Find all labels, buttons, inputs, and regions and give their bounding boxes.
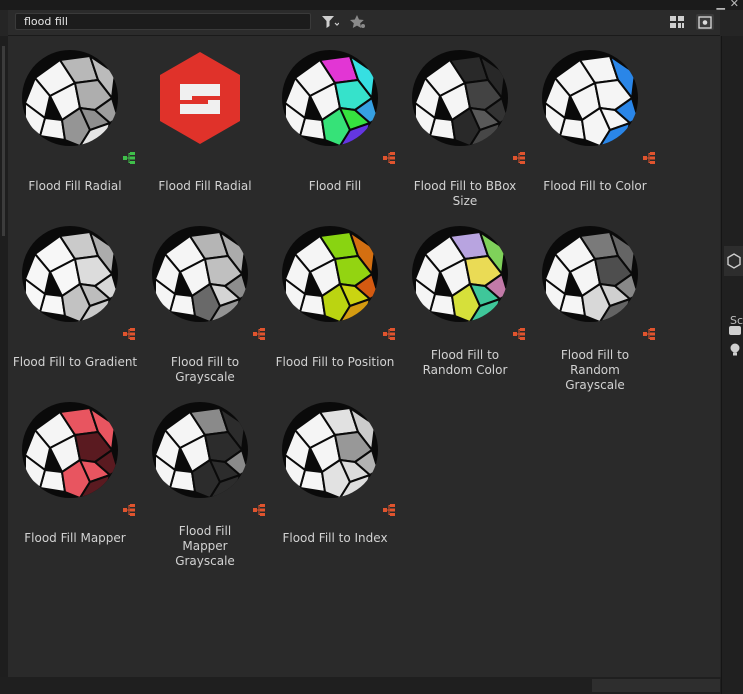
camera-icon[interactable]	[728, 321, 742, 340]
result-tile[interactable]: Flood Fill Radial	[140, 36, 270, 212]
node-thumbnail	[150, 224, 250, 324]
scrollbar[interactable]	[2, 46, 5, 236]
node-thumbnail	[280, 48, 380, 148]
graph-type-icon	[382, 325, 396, 340]
result-tile[interactable]: Flood Fill to Position	[270, 212, 400, 388]
graph-type-icon	[642, 325, 656, 340]
node-thumbnail	[20, 400, 120, 500]
results-panel: Flood Fill Radial Flood Fill Radial Flood …	[8, 36, 720, 677]
pin-icon[interactable]: ▁	[717, 0, 725, 10]
node-thumbnail	[20, 48, 120, 148]
node-thumbnail	[540, 224, 640, 324]
left-edge	[0, 36, 8, 677]
result-tile[interactable]: Flood Fill Mapper	[10, 388, 140, 564]
preview-toggle-icon[interactable]	[696, 14, 714, 30]
result-tile[interactable]: Flood Fill Mapper Grayscale	[140, 388, 270, 568]
result-tile[interactable]: Flood Fill to Index	[270, 388, 400, 564]
tile-label: Flood Fill Radial	[28, 179, 122, 193]
graph-type-icon	[382, 149, 396, 164]
tile-label: Flood Fill to Gradient	[12, 355, 138, 369]
graph-type-icon	[122, 149, 136, 164]
graph-type-icon	[122, 325, 136, 340]
node-thumbnail	[410, 48, 510, 148]
result-tile[interactable]: Flood Fill to BBox Size	[400, 36, 530, 212]
result-tile[interactable]: Flood Fill to Random Grayscale	[530, 212, 660, 392]
graph-type-icon	[512, 325, 526, 340]
tile-label: Flood Fill to Index	[282, 531, 388, 545]
tile-label: Flood Fill to Random Color	[422, 348, 508, 377]
graph-type-icon	[512, 149, 526, 164]
tile-label: Flood Fill to Position	[275, 355, 395, 369]
close-icon[interactable]: ✕	[730, 0, 739, 10]
graph-type-icon	[382, 501, 396, 516]
graph-type-icon	[252, 325, 266, 340]
tile-label: Flood Fill to Grayscale	[170, 355, 240, 384]
tile-label: Flood Fill	[308, 179, 362, 193]
side-tab[interactable]	[724, 246, 743, 276]
tile-label: Flood Fill Mapper Grayscale	[175, 524, 235, 568]
tile-label: Flood Fill to BBox Size	[413, 179, 517, 208]
node-thumbnail	[150, 400, 250, 500]
tile-label: Flood Fill Mapper	[24, 531, 126, 545]
result-tile[interactable]: Flood Fill to Random Color	[400, 212, 530, 388]
node-thumbnail	[540, 48, 640, 148]
light-icon[interactable]	[729, 342, 741, 361]
node-thumbnail	[20, 224, 120, 324]
result-tile[interactable]: Flood Fill	[270, 36, 400, 212]
tile-label: Flood Fill Radial	[158, 179, 252, 193]
title-strip: ▁ ✕	[0, 0, 743, 10]
result-tile[interactable]: Flood Fill Radial	[10, 36, 140, 212]
right-side-panel: Sc	[721, 36, 743, 694]
graph-type-icon	[122, 501, 136, 516]
favorites-star-icon[interactable]	[348, 14, 368, 30]
graph-type-icon	[252, 501, 266, 516]
tile-label: Flood Fill to Color	[543, 179, 647, 193]
search-input[interactable]	[15, 13, 311, 30]
node-thumbnail	[280, 224, 380, 324]
node-thumbnail	[150, 48, 250, 148]
result-tile[interactable]: Flood Fill to Gradient	[10, 212, 140, 388]
node-thumbnail	[410, 224, 510, 324]
scroll-thumb[interactable]	[592, 679, 720, 692]
tile-label: Flood Fill to Random Grayscale	[560, 348, 630, 392]
filter-icon[interactable]	[320, 14, 340, 30]
grid-view-icon[interactable]	[668, 14, 686, 30]
library-toolbar	[8, 10, 720, 36]
node-thumbnail	[280, 400, 380, 500]
result-tile[interactable]: Flood Fill to Color	[530, 36, 660, 212]
result-tile[interactable]: Flood Fill to Grayscale	[140, 212, 270, 388]
bottom-scrollbar	[0, 677, 721, 694]
graph-type-icon	[642, 149, 656, 164]
